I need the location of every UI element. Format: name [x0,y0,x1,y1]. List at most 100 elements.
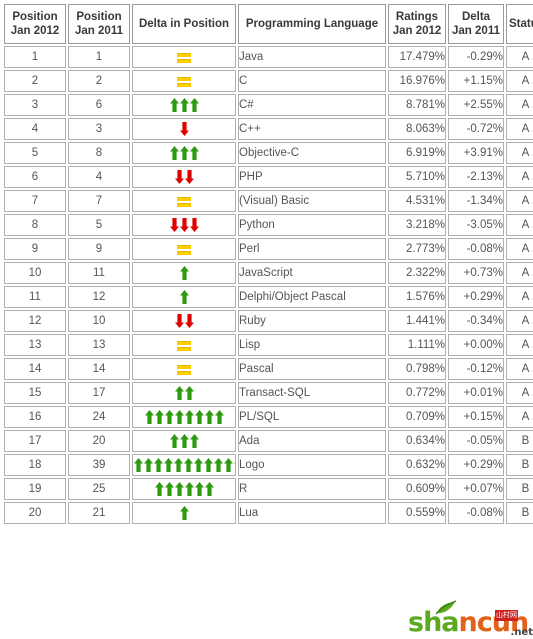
cell-status: A [506,94,533,116]
cell-programming-language[interactable]: Lisp [238,334,386,356]
cell-delta-ratings: -1.34% [448,190,504,212]
cell-delta-ratings: -0.05% [448,430,504,452]
watermark-part-1: sha [408,607,460,638]
cell-programming-language[interactable]: Objective-C [238,142,386,164]
cell-position-jan-2011: 25 [68,478,130,500]
cell-programming-language[interactable]: Python [238,214,386,236]
cell-position-jan-2011: 3 [68,118,130,140]
cell-delta-ratings: +0.29% [448,286,504,308]
cell-ratings: 0.772% [388,382,446,404]
arrow-up-icon [143,458,153,472]
cell-position-jan-2011: 39 [68,454,130,476]
table-row: 15 17 Transact-SQL 0.772% +0.01% A [4,382,533,404]
cell-programming-language[interactable]: Logo [238,454,386,476]
cell-status: A [506,190,533,212]
cell-status: A [506,142,533,164]
cell-programming-language[interactable]: Ada [238,430,386,452]
cell-programming-language[interactable]: Ruby [238,310,386,332]
arrow-up-icon [163,458,173,472]
header-line-2: Jan 2012 [10,25,60,37]
header-line-1: Programming Language [245,18,379,30]
table-row: 14 14 Pascal 0.798% -0.12% A [4,358,533,380]
cell-delta-ratings: +2.55% [448,94,504,116]
cell-ratings: 0.632% [388,454,446,476]
cell-programming-language[interactable]: Java [238,46,386,68]
cell-programming-language[interactable]: Perl [238,238,386,260]
equals-icon [177,339,191,351]
cell-programming-language[interactable]: Lua [238,502,386,524]
cell-ratings: 5.710% [388,166,446,188]
cell-status: A [506,286,533,308]
cell-programming-language[interactable]: C [238,70,386,92]
cell-position-jan-2012: 10 [4,262,66,284]
cell-position-jan-2012: 4 [4,118,66,140]
arrow-down-icon [174,314,184,328]
cell-delta-in-position [132,334,236,356]
cell-programming-language[interactable]: C# [238,94,386,116]
table-row: 13 13 Lisp 1.111% +0.00% A [4,334,533,356]
equals-icon-group [177,51,191,63]
cell-status: A [506,214,533,236]
cell-delta-ratings: +0.07% [448,478,504,500]
cell-position-jan-2011: 13 [68,334,130,356]
cell-programming-language[interactable]: R [238,478,386,500]
table-row: 5 8 Objective-C 6.919% +3.91% A [4,142,533,164]
cell-ratings: 8.781% [388,94,446,116]
cell-programming-language[interactable]: C++ [238,118,386,140]
arrow-up-icon [189,146,199,160]
table-row: 20 21 Lua 0.559% -0.08% B [4,502,533,524]
equals-icon [177,75,191,87]
cell-position-jan-2012: 11 [4,286,66,308]
cell-delta-in-position [132,166,236,188]
cell-ratings: 0.609% [388,478,446,500]
cell-programming-language[interactable]: (Visual) Basic [238,190,386,212]
cell-delta-in-position [132,190,236,212]
cell-ratings: 2.773% [388,238,446,260]
arrow-up-icon [169,98,179,112]
cell-programming-language[interactable]: Transact-SQL [238,382,386,404]
cell-status: A [506,406,533,428]
table-row: 10 11 JavaScript 2.322% +0.73% A [4,262,533,284]
cell-position-jan-2012: 16 [4,406,66,428]
down-arrow-group [169,218,199,232]
arrow-up-icon [184,410,194,424]
down-arrow-group [179,122,189,136]
header-line-2: Jan 2012 [392,25,442,37]
arrow-up-icon [179,290,189,304]
cell-programming-language[interactable]: PHP [238,166,386,188]
table-body: 1 1 Java 17.479% -0.29% A 2 2 C 16.976% +1.15% A 3 6 C… [4,46,533,524]
down-arrow-group [174,314,194,328]
arrow-up-icon [169,434,179,448]
column-header-position-jan-2011: Position Jan 2011 [68,4,130,44]
arrow-up-icon [154,410,164,424]
cell-delta-ratings: -0.34% [448,310,504,332]
up-arrow-group [179,266,189,280]
cell-status: A [506,238,533,260]
cell-programming-language[interactable]: Delphi/Object Pascal [238,286,386,308]
cell-position-jan-2011: 17 [68,382,130,404]
table-row: 17 20 Ada 0.634% -0.05% B [4,430,533,452]
header-line-2: Jan 2011 [452,25,500,37]
cell-programming-language[interactable]: JavaScript [238,262,386,284]
column-header-delta-in-position: Delta in Position [132,4,236,44]
arrow-up-icon [169,146,179,160]
cell-programming-language[interactable]: PL/SQL [238,406,386,428]
column-header-ratings-jan-2012: Ratings Jan 2012 [388,4,446,44]
table-row: 11 12 Delphi/Object Pascal 1.576% +0.29% A [4,286,533,308]
cell-status: A [506,118,533,140]
column-header-status: Status [506,4,533,44]
cell-delta-in-position [132,310,236,332]
arrow-up-icon [194,410,204,424]
cell-position-jan-2011: 1 [68,46,130,68]
cell-delta-ratings: +1.15% [448,70,504,92]
down-arrow-group [174,170,194,184]
cell-ratings: 16.976% [388,70,446,92]
cell-delta-in-position [132,118,236,140]
cell-position-jan-2011: 14 [68,358,130,380]
cell-ratings: 1.441% [388,310,446,332]
header-row: Position Jan 2012 Position Jan 2011 Delt… [4,4,533,44]
arrow-up-icon [179,434,189,448]
cell-ratings: 2.322% [388,262,446,284]
cell-position-jan-2012: 2 [4,70,66,92]
cell-programming-language[interactable]: Pascal [238,358,386,380]
